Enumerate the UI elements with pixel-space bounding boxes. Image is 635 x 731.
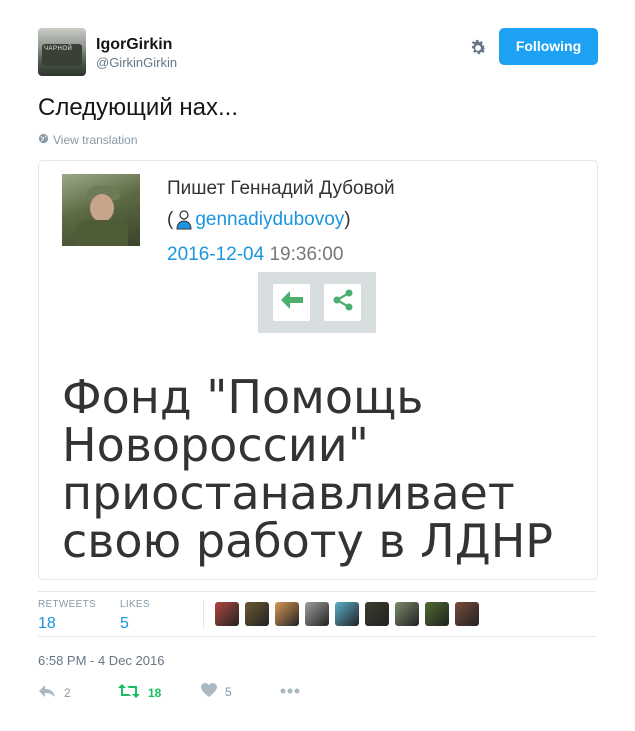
user-avatar[interactable]: ЧАРНОЙ <box>38 28 86 76</box>
view-translation-label[interactable]: View translation <box>53 133 138 147</box>
card-author-line: Пишет Геннадий Дубовой <box>167 178 395 199</box>
liker-avatar[interactable] <box>425 602 449 626</box>
retweet-icon <box>118 683 140 702</box>
likes-count[interactable]: 5 <box>120 615 150 633</box>
avatar-body <box>76 220 128 246</box>
stats-divider <box>203 600 204 628</box>
avatar-text: ЧАРНОЙ <box>44 46 73 52</box>
liker-avatar[interactable] <box>335 602 359 626</box>
retweet-button[interactable]: 18 <box>118 683 161 702</box>
liker-avatar[interactable] <box>455 602 479 626</box>
back-arrow-icon <box>280 290 304 315</box>
embedded-card[interactable]: Пишет Геннадий Дубовой ( gennadiydubovoy… <box>38 160 598 580</box>
liker-avatar[interactable] <box>395 602 419 626</box>
card-handle-link[interactable]: gennadiydubovoy <box>195 209 344 231</box>
share-icon <box>331 288 355 317</box>
liker-avatar[interactable] <box>275 602 299 626</box>
retweet-count: 18 <box>148 685 162 700</box>
like-count: 5 <box>225 685 232 699</box>
likes-label: LIKES <box>120 599 150 610</box>
following-button[interactable]: Following <box>499 28 598 65</box>
reply-button[interactable]: 2 <box>38 683 71 702</box>
tweet-actions: 2 18 5 <box>38 683 338 705</box>
card-time: 19:36:00 <box>269 244 344 265</box>
liker-avatar[interactable] <box>245 602 269 626</box>
liker-avatar[interactable] <box>215 602 239 626</box>
heart-icon <box>201 683 217 701</box>
retweets-label: RETWEETS <box>38 599 96 610</box>
back-arrow-button[interactable] <box>273 284 310 321</box>
share-button[interactable] <box>324 284 361 321</box>
tweet-text: Следующий нах... <box>38 94 238 121</box>
username[interactable]: @GirkinGirkin <box>96 54 177 72</box>
retweets-count[interactable]: 18 <box>38 615 96 633</box>
card-headline: Фонд "Помощь Новороссии" приостанавливае… <box>62 370 554 568</box>
retweets-stat[interactable]: RETWEETS 18 <box>38 599 96 633</box>
card-date: 2016-12-04 19:36:00 <box>167 244 343 266</box>
tweet-timestamp: 6:58 PM - 4 Dec 2016 <box>38 653 165 668</box>
tweet-header: ЧАРНОЙ IgorGirkin @GirkinGirkin Followin… <box>38 28 598 78</box>
card-author-avatar <box>62 174 140 246</box>
handle-close-paren: ) <box>344 209 351 230</box>
reply-count: 2 <box>64 685 71 700</box>
liker-avatars <box>215 602 479 626</box>
card-handle-line: ( gennadiydubovoy ) <box>167 209 351 231</box>
view-translation-link[interactable]: View translation <box>38 133 138 147</box>
like-button[interactable]: 5 <box>201 683 232 701</box>
avatar-face <box>90 194 114 222</box>
card-action-bar <box>258 272 376 333</box>
reply-icon <box>38 683 56 702</box>
user-icon <box>175 210 193 230</box>
gear-icon[interactable] <box>468 38 488 58</box>
tweet-stats: RETWEETS 18 LIKES 5 <box>38 591 596 637</box>
likes-stat[interactable]: LIKES 5 <box>120 599 150 633</box>
card-date-link[interactable]: 2016-12-04 <box>167 244 264 265</box>
more-button[interactable] <box>280 683 300 697</box>
display-name[interactable]: IgorGirkin <box>96 36 177 54</box>
handle-open-paren: ( <box>167 209 174 230</box>
globe-icon <box>38 133 49 147</box>
liker-avatar[interactable] <box>305 602 329 626</box>
user-name-block[interactable]: IgorGirkin @GirkinGirkin <box>96 36 177 72</box>
more-icon <box>280 683 300 697</box>
liker-avatar[interactable] <box>365 602 389 626</box>
